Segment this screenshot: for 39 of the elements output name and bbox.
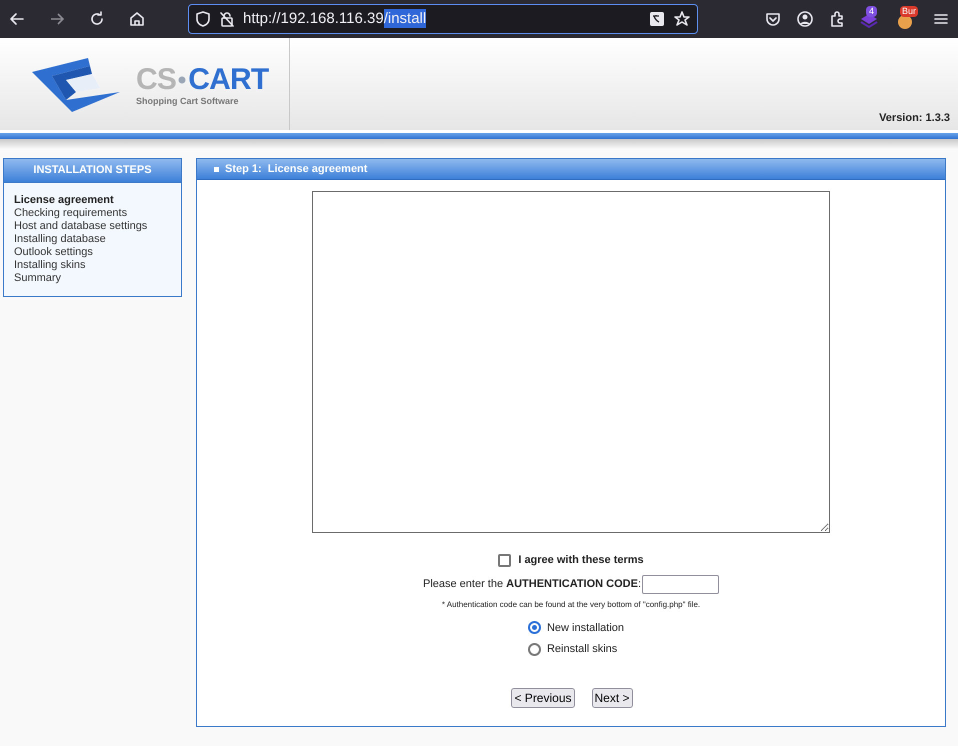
agree-checkbox[interactable]: [498, 554, 512, 567]
step-item: Host and database settings: [14, 220, 148, 233]
home-icon[interactable]: [128, 10, 146, 28]
dot-icon: [178, 76, 186, 84]
nav-button[interactable]: Next >: [592, 688, 633, 708]
account-icon[interactable]: [796, 10, 814, 28]
extension-icon[interactable]: [860, 13, 878, 29]
radio-label: Reinstall skins: [546, 642, 618, 657]
radio-label: New installation: [546, 620, 624, 636]
nav-button[interactable]: < Previous: [511, 688, 574, 708]
auth-code-label: Please enter the AUTHENTICATION CODE:: [422, 576, 642, 592]
step-item: Installing database: [14, 233, 107, 246]
radio-button[interactable]: [528, 621, 541, 634]
insecure-lock-icon[interactable]: [219, 11, 235, 27]
back-icon[interactable]: [8, 10, 26, 28]
label-badge: Bur: [900, 6, 918, 17]
logo-tagline: Shopping Cart Software: [136, 95, 240, 107]
step-title: Step 1: License agreement: [225, 162, 368, 177]
step-item: Summary: [14, 272, 62, 285]
pocket-icon[interactable]: [764, 10, 782, 28]
count-badge: 4: [866, 6, 878, 17]
step-item: Installing skins: [14, 259, 87, 272]
agree-label: I agree with these terms: [518, 553, 644, 568]
star-icon[interactable]: [673, 10, 691, 28]
extension-icon[interactable]: [897, 14, 913, 30]
steps-title: INSTALLATION STEPS: [4, 159, 181, 183]
translate-icon[interactable]: [649, 11, 665, 27]
puzzle-icon[interactable]: [828, 10, 846, 28]
step-item: License agreement: [14, 194, 115, 207]
step-item: Checking requirements: [14, 207, 128, 220]
reload-icon[interactable]: [88, 10, 106, 28]
logo-text: CS: [136, 65, 176, 95]
radio-button[interactable]: [528, 642, 541, 656]
auth-code-field[interactable]: [642, 574, 720, 594]
auth-note: * Authentication code can be found at the very bottom of "config.php" file.: [442, 598, 700, 610]
version-text: Version: 1.3.3: [879, 110, 950, 126]
shield-icon[interactable]: [195, 11, 211, 27]
logo-text: CART: [188, 65, 269, 95]
step-item: Outlook settings: [14, 246, 94, 259]
